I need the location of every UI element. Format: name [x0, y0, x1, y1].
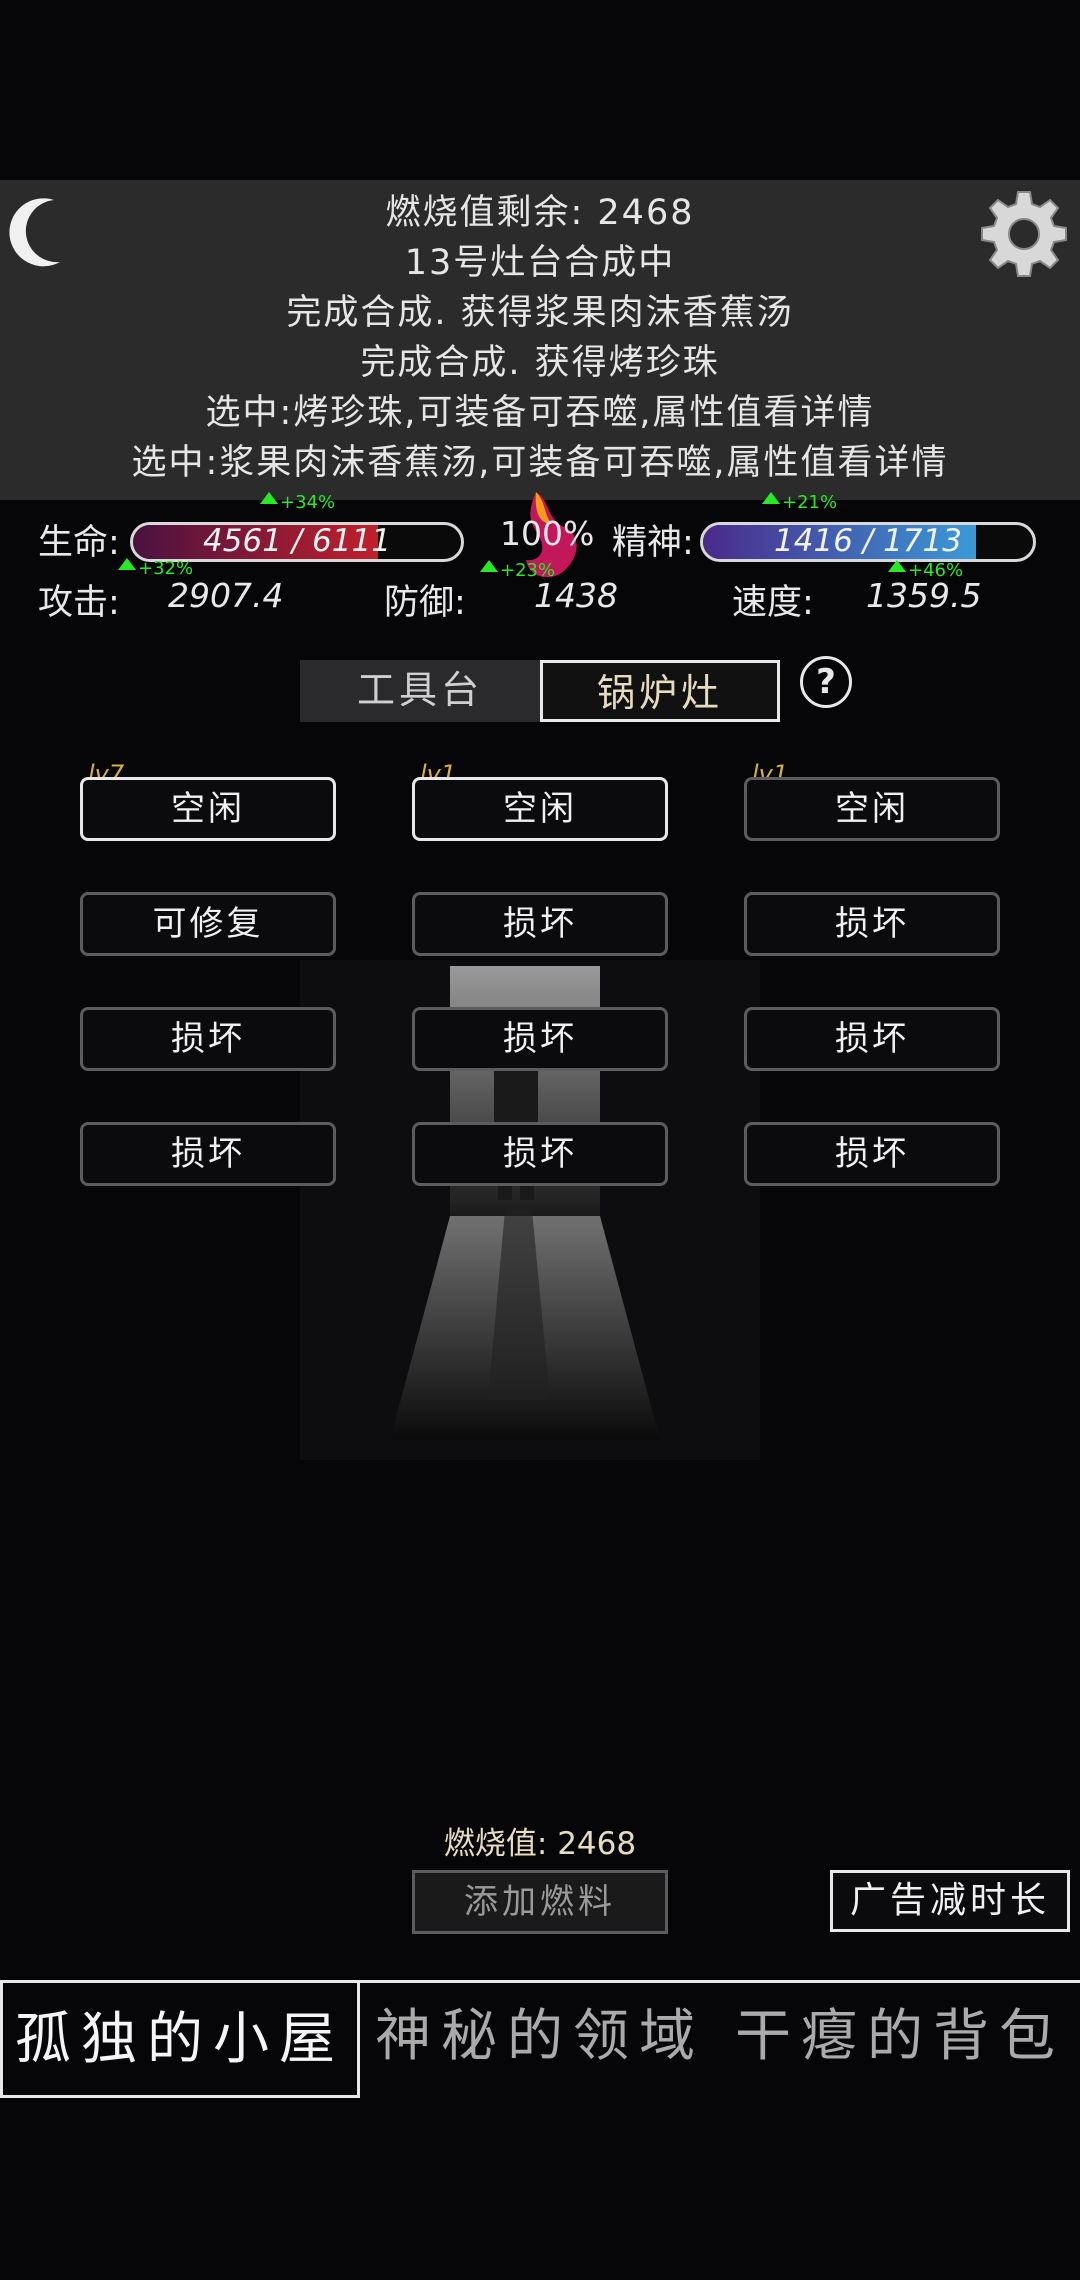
- log-line: 完成合成. 获得浆果肉沫香蕉汤: [286, 293, 794, 333]
- nav-tab-cabin[interactable]: 孤独的小屋: [0, 1980, 360, 2098]
- buff-arrow-icon: [480, 560, 498, 572]
- buff-arrow-icon: [118, 558, 136, 570]
- stove-slot-button[interactable]: 损坏: [80, 1007, 336, 1071]
- add-fuel-button[interactable]: 添加燃料: [412, 1870, 668, 1934]
- hp-buff: +34%: [260, 492, 335, 513]
- tab-stove[interactable]: 锅炉灶: [540, 660, 780, 722]
- stove-slot-button[interactable]: 损坏: [744, 892, 1000, 956]
- log-line: 选中:浆果肉沫香蕉汤,可装备可吞噬,属性值看详情: [131, 443, 949, 483]
- mp-label: 精神:: [612, 523, 694, 563]
- spd-label: 速度:: [732, 583, 814, 623]
- mp-bar: 1416 / 1713: [700, 522, 1036, 562]
- hp-value: 4561 / 6111: [203, 523, 391, 559]
- center-percent: 100%: [500, 514, 595, 553]
- hp-bar: 4561 / 6111: [130, 522, 464, 562]
- nav-tab-bag[interactable]: 干瘪的背包: [720, 1980, 1080, 2098]
- hp-label: 生命:: [38, 523, 120, 563]
- mp-value: 1416 / 1713: [774, 523, 962, 559]
- atk-value: 2907.4: [168, 576, 284, 615]
- stove-slot-button[interactable]: 损坏: [412, 1122, 668, 1186]
- buff-arrow-icon: [762, 492, 780, 504]
- stove-slot-button[interactable]: 空闲: [412, 777, 668, 841]
- tab-workbench[interactable]: 工具台: [300, 660, 540, 722]
- ad-reduce-time-button[interactable]: 广告减时长: [830, 1870, 1070, 1932]
- buff-arrow-icon: [888, 560, 906, 572]
- burn-remaining-text: 燃烧值剩余: 2468: [385, 193, 695, 233]
- stove-slot-button[interactable]: 损坏: [412, 1007, 668, 1071]
- stove-slot-button[interactable]: 空闲: [80, 777, 336, 841]
- stove-slot-button[interactable]: 损坏: [80, 1122, 336, 1186]
- log-line: 选中:烤珍珠,可装备可吞噬,属性值看详情: [205, 393, 875, 433]
- log-line: 完成合成. 获得烤珍珠: [360, 343, 720, 383]
- buff-arrow-icon: [260, 492, 278, 504]
- atk-label: 攻击:: [38, 583, 120, 623]
- help-icon[interactable]: ?: [800, 656, 852, 708]
- stove-slot-button[interactable]: 损坏: [744, 1007, 1000, 1071]
- spd-value: 1359.5: [866, 576, 982, 615]
- burn-value-text: 燃烧值: 2468: [443, 1826, 637, 1862]
- stove-slot-button[interactable]: 损坏: [744, 1122, 1000, 1186]
- def-label: 防御:: [384, 583, 466, 623]
- stove-slot-button[interactable]: 损坏: [412, 892, 668, 956]
- stove-slot-button[interactable]: 空闲: [744, 777, 1000, 841]
- mp-buff: +21%: [762, 492, 837, 513]
- nav-tab-realm[interactable]: 神秘的领域: [360, 1980, 720, 2098]
- def-value: 1438: [534, 576, 618, 615]
- stove-slot-button[interactable]: 可修复: [80, 892, 336, 956]
- log-line: 13号灶台合成中: [404, 243, 676, 283]
